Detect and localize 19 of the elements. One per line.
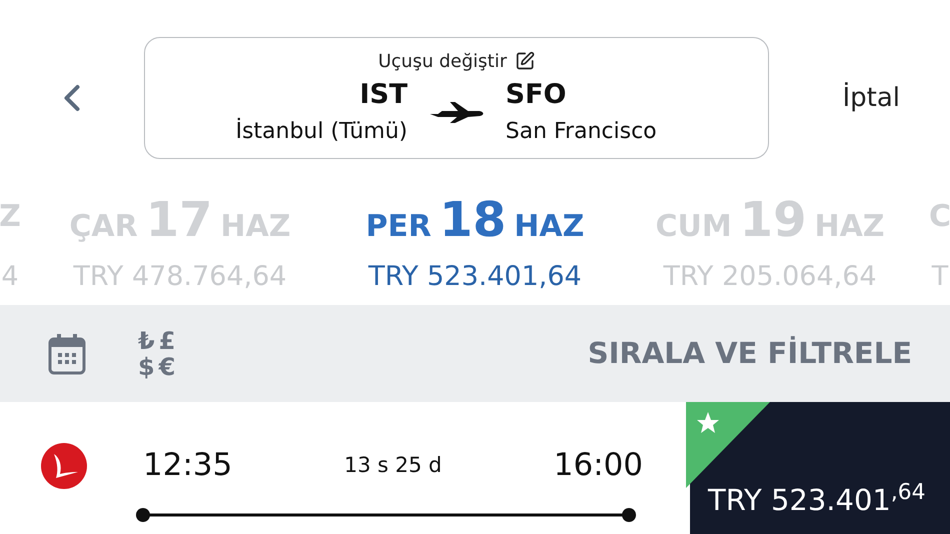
origin-city: İstanbul (Tümü): [236, 116, 408, 146]
flight-change-card[interactable]: Uçuşu değiştir IST İstanbul (Tümü) SFO San Francisco: [144, 37, 769, 159]
sort-filter-button[interactable]: SIRALA VE FİLTRELE: [588, 332, 912, 376]
destination-city: San Francisco: [506, 118, 657, 146]
origin-code: IST: [360, 78, 408, 112]
airline-logo-icon: [40, 442, 88, 490]
currency-button[interactable]: ₺ £ $ €: [138, 328, 176, 380]
change-flight-label: Uçuşu değiştir: [378, 50, 507, 74]
airplane-icon: [428, 100, 486, 124]
destination-code: SFO: [506, 78, 566, 112]
flight-duration: 13 s 25 d: [344, 452, 442, 478]
flight-price: TRY 523.401$^{,64}$: [708, 478, 926, 518]
date-price: TRY 523.401,64: [368, 260, 582, 294]
arrival-time: 16:00: [554, 446, 643, 485]
cancel-button[interactable]: İptal: [842, 78, 900, 118]
edit-icon: [514, 51, 535, 72]
departure-time: 12:35: [143, 446, 232, 485]
date-tab[interactable]: PER 18 HAZ: [366, 196, 584, 248]
calendar-icon[interactable]: [48, 332, 86, 374]
